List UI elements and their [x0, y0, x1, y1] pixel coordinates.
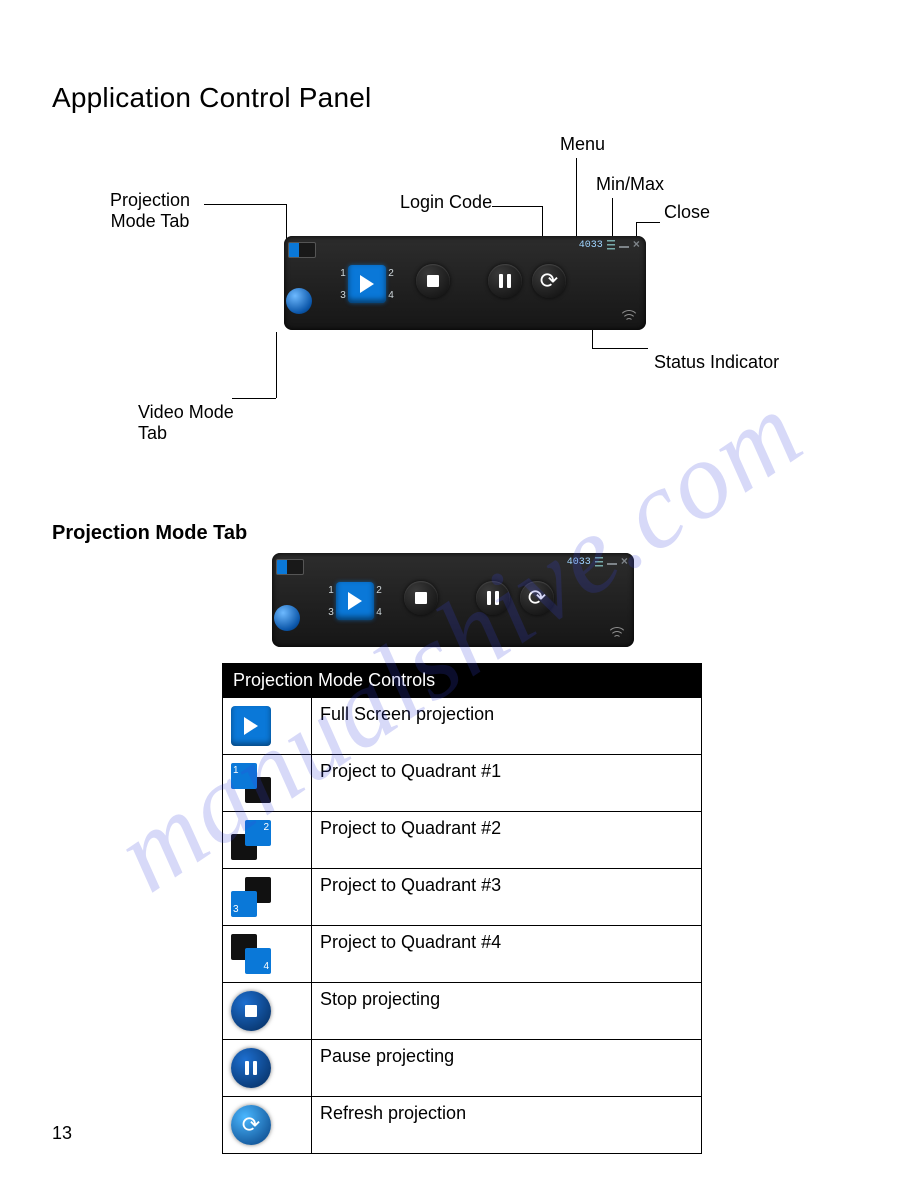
minimize-icon[interactable] [619, 246, 629, 248]
label-menu: Menu [560, 134, 605, 155]
stop-icon [427, 275, 439, 287]
row-desc: Project to Quadrant #3 [312, 869, 702, 926]
menu-icon[interactable] [607, 240, 615, 250]
stop-icon [231, 991, 271, 1031]
row-desc: Project to Quadrant #2 [312, 812, 702, 869]
pause-icon [231, 1048, 271, 1088]
row-desc: Project to Quadrant #1 [312, 755, 702, 812]
row-desc: Stop projecting [312, 983, 702, 1040]
close-icon[interactable]: × [621, 555, 628, 569]
table-row: Full Screen projection [223, 698, 702, 755]
stop-button[interactable] [416, 264, 450, 298]
minimize-icon[interactable] [607, 563, 617, 565]
row-desc: Refresh projection [312, 1097, 702, 1154]
stop-icon [415, 592, 427, 604]
refresh-icon: ⟳ [231, 1105, 271, 1145]
login-code-display: 4033 [567, 557, 591, 568]
close-icon[interactable]: × [633, 238, 640, 252]
pause-button[interactable] [476, 581, 510, 615]
projection-quadrant-selector[interactable]: 1 2 3 4 [326, 579, 384, 623]
projection-mode-tab[interactable] [276, 559, 304, 575]
label-minmax: Min/Max [596, 174, 664, 195]
label-video-mode-tab: Video Mode Tab [138, 402, 234, 444]
table-row: 4 Project to Quadrant #4 [223, 926, 702, 983]
quadrant-4-icon: 4 [231, 934, 271, 974]
label-close: Close [664, 202, 710, 223]
quadrant-2-icon: 2 [231, 820, 271, 860]
wifi-status-icon [606, 627, 626, 641]
play-button[interactable] [348, 265, 386, 303]
refresh-button[interactable]: ⟳ [532, 264, 566, 298]
table-row: 1 Project to Quadrant #1 [223, 755, 702, 812]
login-code-display: 4033 [579, 240, 603, 251]
wifi-status-icon [618, 310, 638, 324]
labeled-diagram: Menu Min/Max Close Login Code Projection… [52, 122, 866, 462]
table-row: ⟳ Refresh projection [223, 1097, 702, 1154]
projection-mode-controls-table: Projection Mode Controls Full Screen pro… [222, 663, 702, 1154]
table-row: 2 Project to Quadrant #2 [223, 812, 702, 869]
row-desc: Full Screen projection [312, 698, 702, 755]
projection-quadrant-selector[interactable]: 1 2 3 4 [338, 262, 396, 306]
projection-mode-tab[interactable] [288, 242, 316, 258]
fullscreen-play-icon [231, 706, 271, 746]
page-number: 13 [52, 1123, 72, 1144]
page-title: Application Control Panel [52, 82, 866, 114]
play-icon [360, 275, 374, 293]
play-icon [348, 592, 362, 610]
row-desc: Project to Quadrant #4 [312, 926, 702, 983]
label-projection-mode-tab: Projection Mode Tab [110, 190, 190, 232]
quadrant-number-1: 1 [338, 268, 348, 279]
refresh-button[interactable]: ⟳ [520, 581, 554, 615]
label-login-code: Login Code [400, 192, 492, 213]
play-button[interactable] [336, 582, 374, 620]
pause-icon [487, 591, 499, 605]
quadrant-1-icon: 1 [231, 763, 271, 803]
table-header: Projection Mode Controls [223, 664, 702, 698]
refresh-icon: ⟳ [540, 268, 558, 294]
quadrant-number-4: 4 [386, 290, 396, 301]
quadrant-number-3: 3 [338, 290, 348, 301]
menu-icon[interactable] [595, 557, 603, 567]
label-status-indicator: Status Indicator [654, 352, 779, 373]
video-mode-tab[interactable] [274, 605, 300, 631]
table-row: Stop projecting [223, 983, 702, 1040]
quadrant-number-2: 2 [386, 268, 396, 279]
table-row: Pause projecting [223, 1040, 702, 1097]
control-panel-example: 4033 × 1 2 3 4 ⟳ [272, 553, 634, 647]
section-heading: Projection Mode Tab [52, 522, 866, 545]
pause-icon [499, 274, 511, 288]
pause-button[interactable] [488, 264, 522, 298]
stop-button[interactable] [404, 581, 438, 615]
row-desc: Pause projecting [312, 1040, 702, 1097]
table-row: 3 Project to Quadrant #3 [223, 869, 702, 926]
video-mode-tab[interactable] [286, 288, 312, 314]
control-panel: 4033 × 1 2 3 4 ⟳ [284, 236, 646, 330]
refresh-icon: ⟳ [528, 585, 546, 611]
quadrant-3-icon: 3 [231, 877, 271, 917]
